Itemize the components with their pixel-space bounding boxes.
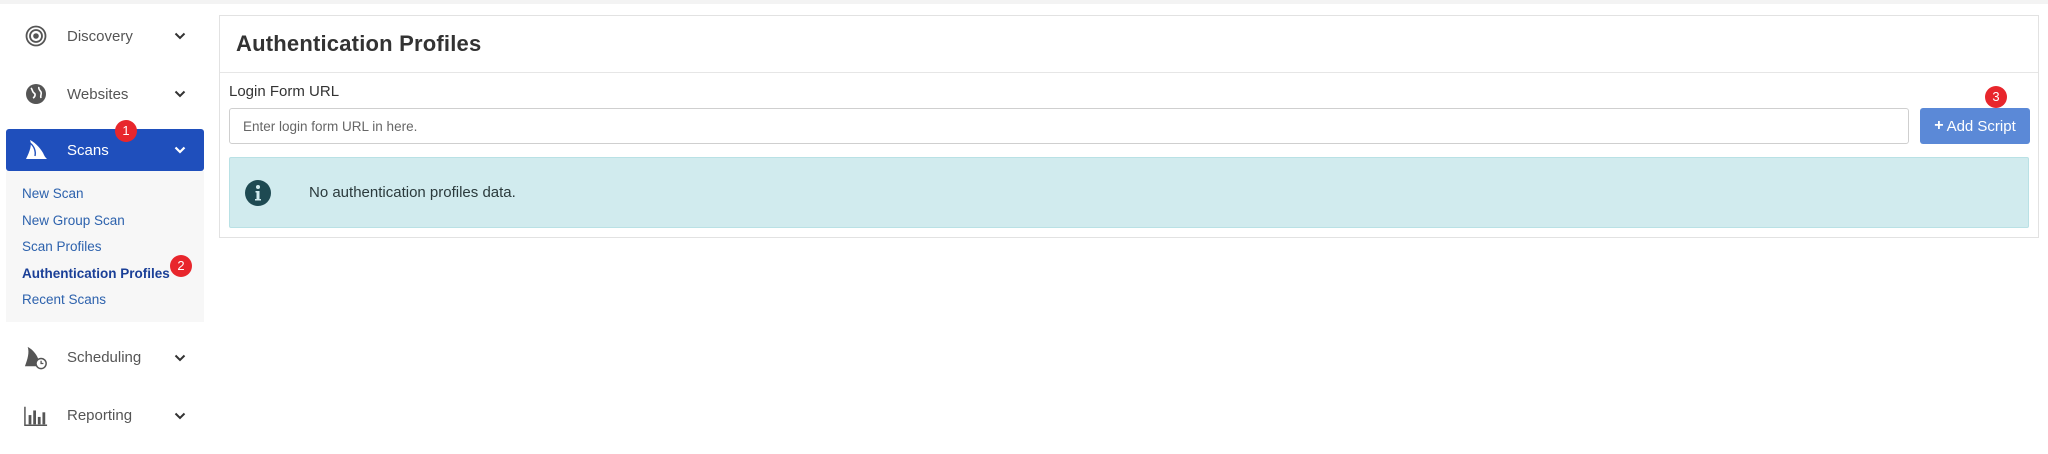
info-icon <box>245 179 271 206</box>
page-title: Authentication Profiles <box>236 31 482 56</box>
plus-icon: + <box>1934 117 1944 134</box>
panel-header: Authentication Profiles <box>220 16 2038 73</box>
add-script-label: Add Script <box>1946 117 2016 135</box>
globe-icon <box>24 82 48 106</box>
sidebar-item-label: Discovery <box>67 27 133 45</box>
info-message: No authentication profiles data. <box>309 184 516 201</box>
sidebar-item-scheduling[interactable]: Scheduling <box>6 334 204 382</box>
shark-fin-icon <box>24 138 48 162</box>
submenu-item-new-group-scan[interactable]: New Group Scan <box>22 208 204 235</box>
sidebar-item-label: Websites <box>67 85 129 103</box>
sidebar-item-label: Scheduling <box>67 349 142 366</box>
top-border <box>0 0 2048 4</box>
add-script-button[interactable]: + Add Script <box>1920 108 2030 144</box>
scans-submenu: New Scan New Group Scan Scan Profiles Au… <box>6 171 204 322</box>
annotation-badge: 3 <box>1985 86 2007 108</box>
annotation-badge: 1 <box>115 120 137 142</box>
sidebar-item-label: Scans <box>67 141 109 159</box>
login-form-url-input[interactable] <box>229 108 1909 144</box>
target-icon <box>24 24 48 48</box>
submenu-item-recent-scans[interactable]: Recent Scans <box>22 287 204 314</box>
chevron-down-icon[interactable] <box>174 144 186 156</box>
chevron-down-icon[interactable] <box>174 30 186 42</box>
sidebar-item-label: Reporting <box>67 407 133 424</box>
sidebar-item-scans[interactable]: Scans 1 <box>6 120 204 171</box>
login-form-url-label: Login Form URL <box>229 83 340 100</box>
chevron-down-icon[interactable] <box>174 88 186 100</box>
info-alert: No authentication profiles data. <box>229 157 2029 228</box>
sidebar-item-websites[interactable]: Websites <box>6 70 204 118</box>
bar-chart-icon <box>24 404 48 428</box>
sidebar: Discovery Websites Scans 1 New Scan New … <box>0 12 210 440</box>
chevron-down-icon[interactable] <box>174 410 186 422</box>
authentication-profiles-panel: Authentication Profiles Login Form URL +… <box>219 15 2039 238</box>
chevron-down-icon[interactable] <box>174 352 186 364</box>
annotation-badge: 2 <box>170 254 192 277</box>
submenu-item-authentication-profiles-wrapper: Authentication Profiles 2 <box>22 254 204 288</box>
shark-fin-clock-icon <box>24 346 48 370</box>
submenu-item-new-scan[interactable]: New Scan <box>22 181 204 208</box>
sidebar-item-discovery[interactable]: Discovery <box>6 12 204 60</box>
sidebar-item-reporting[interactable]: Reporting <box>6 392 204 440</box>
